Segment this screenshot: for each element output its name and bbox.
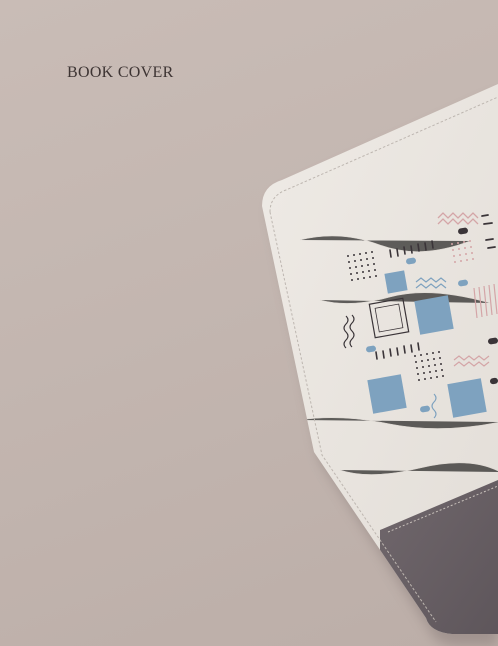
book-mockup bbox=[262, 84, 498, 646]
blue-square bbox=[367, 374, 407, 414]
blue-square bbox=[447, 378, 487, 418]
blue-square bbox=[414, 295, 454, 335]
blue-square-small bbox=[384, 270, 408, 294]
